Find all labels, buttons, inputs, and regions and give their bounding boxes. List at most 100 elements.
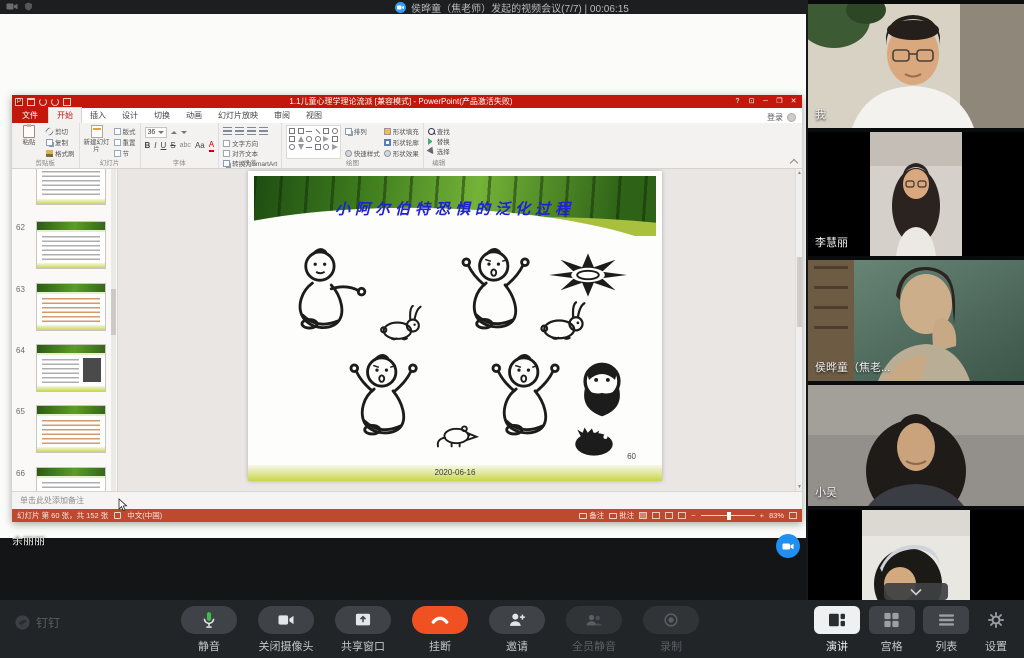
- powerpoint-titlebar[interactable]: P 1.1儿童心理学理论流派 [兼容模式] - PowerPoint(产品激活失…: [12, 95, 802, 108]
- ribbon-options-button[interactable]: ⊡: [745, 95, 758, 108]
- text-shadow-button[interactable]: abc: [180, 141, 191, 151]
- tab-slideshow[interactable]: 幻灯片放映: [210, 108, 266, 123]
- layout-button[interactable]: 版式: [114, 126, 136, 136]
- underline-button[interactable]: U: [161, 141, 167, 151]
- reading-view-icon[interactable]: [63, 98, 71, 106]
- invite-button[interactable]: 邀请: [484, 606, 550, 654]
- normal-view-icon[interactable]: [639, 512, 647, 519]
- thumbnail-scrollbar[interactable]: [111, 169, 116, 491]
- grid-layout-icon: [883, 612, 900, 628]
- tab-view[interactable]: 视图: [298, 108, 330, 123]
- tab-review[interactable]: 审阅: [266, 108, 298, 123]
- restore-button[interactable]: ❐: [773, 95, 786, 108]
- paste-button[interactable]: 粘贴: [16, 125, 42, 159]
- notes-toggle[interactable]: 备注: [579, 510, 604, 521]
- new-slide-button[interactable]: 新建幻灯片: [84, 125, 110, 159]
- tab-home[interactable]: 开始: [48, 107, 82, 123]
- zoom-level[interactable]: 83%: [769, 511, 784, 520]
- magnifier-icon: [428, 128, 435, 135]
- record-button[interactable]: 录制: [638, 606, 704, 654]
- shared-screen-tile[interactable]: P 1.1儿童心理学理论流派 [兼容模式] - PowerPoint(产品激活失…: [0, 14, 806, 600]
- scroll-down-icon[interactable]: ▼: [796, 483, 802, 491]
- zoom-out-button[interactable]: −: [691, 511, 695, 520]
- notes-pane[interactable]: 单击此处添加备注: [12, 491, 802, 509]
- text-direction-button[interactable]: 文字方向: [223, 138, 277, 148]
- italic-button[interactable]: I: [154, 141, 156, 151]
- numbering-icon[interactable]: [235, 127, 244, 135]
- participant-tile-lihuili[interactable]: 李慧丽: [808, 132, 1024, 256]
- undo-icon[interactable]: [39, 98, 47, 106]
- zoom-in-button[interactable]: +: [760, 511, 764, 520]
- indent-icon[interactable]: [247, 127, 256, 135]
- clipboard-icon: [23, 125, 35, 138]
- participant-tile-houyetong[interactable]: 侯晔童（焦老...: [808, 260, 1024, 381]
- scrollbar-thumb[interactable]: [797, 257, 802, 327]
- settings-button[interactable]: 设置: [976, 606, 1016, 654]
- slide-scrollbar[interactable]: ▲ ▼: [795, 169, 802, 491]
- font-size-select[interactable]: 36: [145, 127, 168, 138]
- mute-all-button[interactable]: 全员静音: [561, 606, 627, 654]
- bold-button[interactable]: B: [145, 141, 151, 151]
- ribbon-group-drawing: 排列 快速样式 形状填充 形状轮廓 形状效果 绘图: [282, 123, 424, 168]
- slide-canvas[interactable]: 小阿尔伯特恐惧的泛化过程: [248, 171, 662, 481]
- change-case-button[interactable]: Aa: [195, 141, 205, 151]
- find-button[interactable]: 查找: [428, 126, 450, 136]
- bullets-icon[interactable]: [223, 127, 232, 135]
- replace-button[interactable]: 替换: [428, 136, 450, 146]
- shape-outline-button[interactable]: 形状轮廓: [384, 137, 419, 147]
- hang-up-button[interactable]: 挂断: [407, 606, 473, 654]
- fit-to-window-icon[interactable]: [789, 512, 797, 519]
- reading-view-icon2[interactable]: [665, 512, 673, 519]
- avatar[interactable]: [787, 113, 796, 122]
- tab-transitions[interactable]: 切换: [146, 108, 178, 123]
- scroll-up-icon[interactable]: ▲: [796, 169, 802, 177]
- mute-button[interactable]: 静音: [176, 606, 242, 654]
- copy-button[interactable]: 复制: [46, 137, 75, 147]
- slide-sorter-view-icon[interactable]: [652, 512, 660, 519]
- align-text-icon: [223, 150, 230, 157]
- zoom-slider-thumb[interactable]: [727, 512, 731, 520]
- camera-float-button[interactable]: [776, 534, 800, 558]
- titlebar-left-icons: [6, 2, 33, 11]
- slide-thumbnail-panel[interactable]: 62 63 64 65: [12, 169, 118, 491]
- slideshow-view-icon[interactable]: [678, 512, 686, 519]
- tab-insert[interactable]: 插入: [82, 108, 114, 123]
- redo-icon[interactable]: [51, 98, 59, 106]
- grid-view-button[interactable]: 宫格: [867, 606, 917, 654]
- participant-tile-me[interactable]: 我: [808, 4, 1024, 128]
- list-view-button[interactable]: 列表: [921, 606, 971, 654]
- share-window-button[interactable]: 共享窗口: [330, 606, 396, 654]
- close-camera-button[interactable]: 关闭摄像头: [253, 606, 319, 654]
- save-icon[interactable]: [27, 98, 35, 106]
- strikethrough-button[interactable]: S: [170, 141, 175, 151]
- speaker-view-button[interactable]: 演讲: [812, 606, 862, 654]
- tab-file[interactable]: 文件: [12, 108, 48, 123]
- zoom-slider[interactable]: [701, 515, 755, 516]
- comments-toggle[interactable]: 批注: [609, 510, 634, 521]
- sign-in-link[interactable]: 登录: [767, 112, 783, 123]
- spellcheck-icon[interactable]: [114, 512, 121, 519]
- slide-editing-area[interactable]: 小阿尔伯特恐惧的泛化过程: [118, 169, 802, 491]
- reset-button[interactable]: 重置: [114, 137, 136, 147]
- shrink-font-icon[interactable]: [181, 131, 187, 134]
- select-button[interactable]: 选择: [428, 146, 450, 156]
- arrange-button[interactable]: 排列: [345, 126, 380, 136]
- dingtalk-logo-icon: [14, 614, 31, 631]
- minimize-button[interactable]: ─: [759, 95, 772, 108]
- group-label-editing: 编辑: [424, 157, 454, 167]
- cut-button[interactable]: 剪切: [46, 126, 75, 136]
- shape-fill-button[interactable]: 形状填充: [384, 126, 419, 136]
- group-label-clipboard: 剪贴板: [12, 157, 79, 167]
- collapse-ribbon-button[interactable]: [789, 158, 799, 166]
- tab-design[interactable]: 设计: [114, 108, 146, 123]
- help-button[interactable]: ?: [731, 95, 744, 108]
- shape-gallery[interactable]: [286, 125, 341, 159]
- tab-animations[interactable]: 动画: [178, 108, 210, 123]
- close-button[interactable]: ✕: [787, 95, 800, 108]
- language-indicator[interactable]: 中文(中国): [127, 510, 162, 521]
- line-spacing-icon[interactable]: [259, 127, 268, 135]
- font-color-button[interactable]: A: [209, 140, 214, 152]
- participant-tile-xiaowu[interactable]: 小吴: [808, 385, 1024, 506]
- grow-font-icon[interactable]: [171, 131, 177, 134]
- collapse-participants-button[interactable]: [884, 583, 948, 600]
